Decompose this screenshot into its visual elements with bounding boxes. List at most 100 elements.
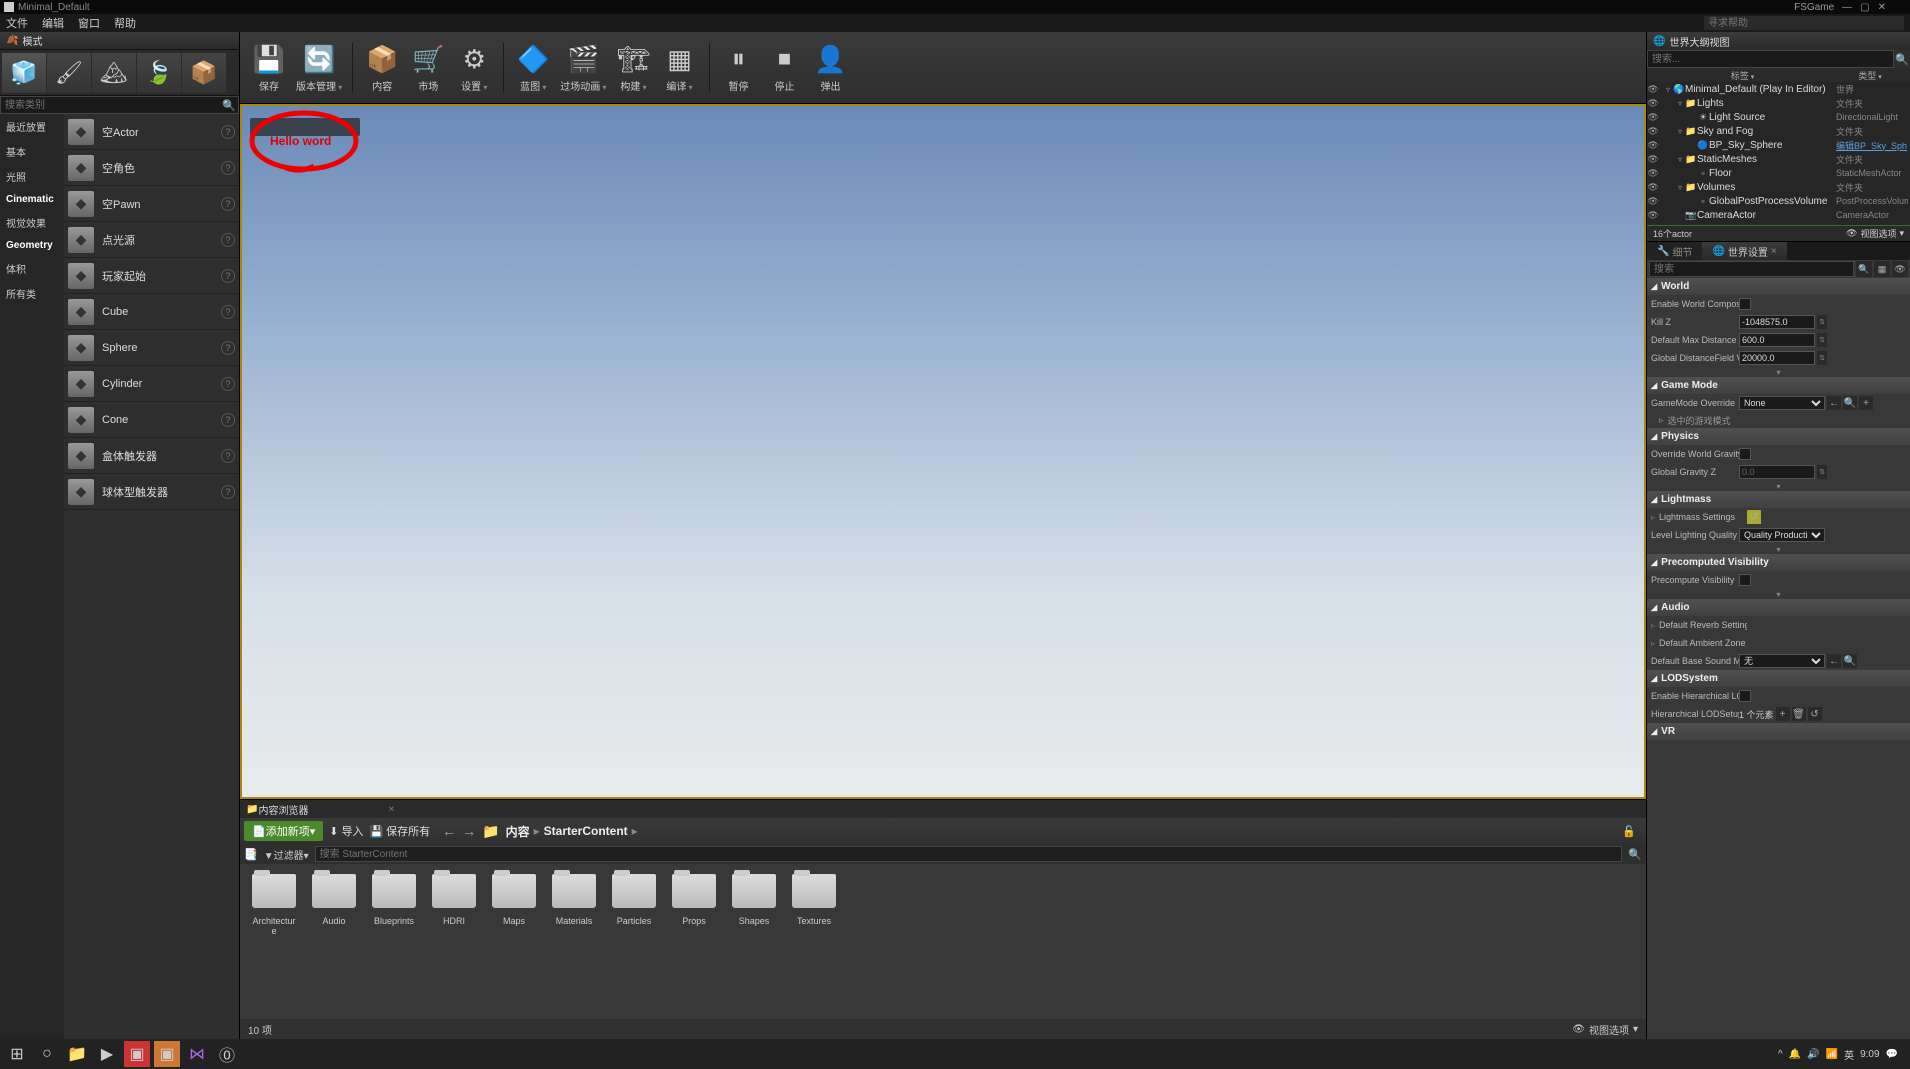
- category-header[interactable]: ◢Lightmass: [1647, 491, 1910, 508]
- spinner-icon[interactable]: ⇅: [1817, 315, 1827, 329]
- help-icon[interactable]: ?: [221, 377, 235, 391]
- add-new-button[interactable]: 📄 添加新项 ▾: [244, 821, 323, 841]
- tree-row[interactable]: 👁▫GlobalPostProcessVolumePostProcessVolu…: [1647, 194, 1910, 208]
- breadcrumb-folder[interactable]: StarterContent: [544, 824, 628, 838]
- foliage-mode-icon[interactable]: 🍃: [137, 53, 181, 93]
- tree-row[interactable]: 👁▿📁Sky and Fog文件夹: [1647, 124, 1910, 138]
- folder-item[interactable]: HDRI: [430, 874, 478, 936]
- search-icon[interactable]: 🔍: [1856, 261, 1872, 277]
- dropdown[interactable]: 无: [1739, 654, 1825, 668]
- tree-row[interactable]: 👁▿📁Lights文件夹: [1647, 96, 1910, 110]
- matrix-icon[interactable]: ▦: [1874, 261, 1890, 277]
- nav-forward-icon[interactable]: →: [462, 823, 476, 839]
- category-header[interactable]: ◢Audio: [1647, 599, 1910, 616]
- menu-help[interactable]: 帮助: [114, 15, 136, 31]
- visibility-icon[interactable]: 👁: [1647, 140, 1659, 151]
- visibility-icon[interactable]: 👁: [1647, 126, 1659, 137]
- modes-item[interactable]: ◆空角色?: [64, 150, 239, 186]
- expand-more-icon[interactable]: ▾: [1647, 367, 1910, 377]
- sources-toggle-icon[interactable]: 📑: [244, 848, 258, 861]
- modes-category[interactable]: 光照: [0, 164, 64, 189]
- view-options-button[interactable]: 👁 视图选项▾: [1572, 1022, 1638, 1037]
- modes-item[interactable]: ◆空Actor?: [64, 114, 239, 150]
- toolbar-编译[interactable]: ▦编译: [659, 37, 701, 99]
- landscape-mode-icon[interactable]: 🏔: [92, 53, 136, 93]
- close-button[interactable]: ✕: [1878, 2, 1886, 13]
- breadcrumb-root[interactable]: 内容: [506, 823, 530, 840]
- number-input[interactable]: [1739, 351, 1815, 365]
- checkbox[interactable]: [1739, 448, 1751, 460]
- menu-file[interactable]: 文件: [6, 15, 28, 31]
- dropdown[interactable]: None: [1739, 396, 1825, 410]
- nav-back-icon[interactable]: ←: [442, 823, 456, 839]
- folder-icon[interactable]: 📁: [482, 823, 499, 840]
- viewport[interactable]: Hello word: [240, 104, 1646, 799]
- search-icon[interactable]: 🔍: [1843, 396, 1857, 410]
- modes-item[interactable]: ◆点光源?: [64, 222, 239, 258]
- col-label[interactable]: 标签▾: [1651, 69, 1834, 82]
- number-input[interactable]: [1739, 333, 1815, 347]
- maximize-button[interactable]: ▢: [1860, 2, 1869, 13]
- place-mode-icon[interactable]: 🧊: [2, 53, 46, 93]
- help-icon[interactable]: ?: [221, 161, 235, 175]
- help-search-input[interactable]: [1704, 16, 1904, 30]
- outliner-view-options[interactable]: 👁 视图选项▾: [1846, 227, 1904, 240]
- modes-category[interactable]: 最近放置: [0, 114, 64, 139]
- browse-icon[interactable]: ←: [1827, 654, 1841, 668]
- item-type[interactable]: 编辑BP_Sky_Sph: [1836, 139, 1908, 152]
- expand-more-icon[interactable]: ▾: [1647, 481, 1910, 491]
- spinner-icon[interactable]: ⇅: [1817, 351, 1827, 365]
- help-icon[interactable]: ?: [221, 449, 235, 463]
- notifications-icon[interactable]: 💬: [1886, 1049, 1898, 1060]
- geometry-mode-icon[interactable]: 📦: [182, 53, 226, 93]
- visibility-icon[interactable]: 👁: [1647, 182, 1659, 193]
- add-icon[interactable]: +: [1859, 396, 1873, 410]
- tab-details[interactable]: 🔧 细节: [1647, 242, 1702, 260]
- expand-icon[interactable]: ▹: [1651, 639, 1659, 648]
- folder-item[interactable]: Textures: [790, 874, 838, 936]
- expand-icon[interactable]: ▿: [1675, 127, 1685, 136]
- help-icon[interactable]: ?: [221, 485, 235, 499]
- modes-category[interactable]: 所有类: [0, 281, 64, 306]
- help-icon[interactable]: ?: [221, 305, 235, 319]
- toolbar-弹出[interactable]: 👤弹出: [810, 37, 852, 99]
- expand-more-icon[interactable]: ▾: [1647, 544, 1910, 554]
- help-icon[interactable]: ?: [221, 413, 235, 427]
- expand-more-icon[interactable]: ▾: [1647, 589, 1910, 599]
- content-browser-tab[interactable]: 📁 内容浏览器×: [240, 800, 1646, 818]
- start-button[interactable]: ⊞: [4, 1041, 30, 1067]
- tree-row[interactable]: 👁📷CameraActorCameraActor: [1647, 208, 1910, 222]
- store-icon[interactable]: ▶: [94, 1041, 120, 1067]
- toolbar-设置[interactable]: ⚙设置: [453, 37, 495, 99]
- browse-icon[interactable]: ←: [1827, 396, 1841, 410]
- expand-icon[interactable]: ▿: [1675, 183, 1685, 192]
- modes-item[interactable]: ◆玩家起始?: [64, 258, 239, 294]
- toolbar-过场动画[interactable]: 🎬过场动画: [558, 37, 608, 99]
- number-input[interactable]: [1739, 315, 1815, 329]
- toolbar-内容[interactable]: 📦内容: [361, 37, 403, 99]
- ue-icon[interactable]: ⓪: [214, 1041, 240, 1067]
- folder-item[interactable]: Materials: [550, 874, 598, 936]
- modes-search-input[interactable]: [1, 97, 220, 113]
- folder-item[interactable]: Audio: [310, 874, 358, 936]
- col-type[interactable]: 类型▾: [1834, 69, 1906, 82]
- save-all-button[interactable]: 💾 保存所有: [369, 823, 430, 839]
- ime-indicator[interactable]: 英: [1844, 1047, 1854, 1062]
- category-header[interactable]: ◢Precomputed Visibility: [1647, 554, 1910, 571]
- outliner-header[interactable]: 🌐世界大纲视图: [1647, 32, 1910, 50]
- dropdown[interactable]: Quality Production: [1739, 528, 1825, 542]
- tree-row[interactable]: 👁▿🌎Minimal_Default (Play In Editor)世界: [1647, 82, 1910, 96]
- folder-item[interactable]: Props: [670, 874, 718, 936]
- folder-item[interactable]: Architecture: [250, 874, 298, 936]
- tree-row[interactable]: 👁🔵BP_Sky_Sphere编辑BP_Sky_Sph: [1647, 138, 1910, 152]
- modes-item[interactable]: ◆空Pawn?: [64, 186, 239, 222]
- visibility-icon[interactable]: 👁: [1647, 168, 1659, 179]
- reset-icon[interactable]: ↺: [1808, 707, 1822, 721]
- expand-icon[interactable]: ▹: [1651, 513, 1659, 522]
- folder-item[interactable]: Blueprints: [370, 874, 418, 936]
- modes-item[interactable]: ◆Cone?: [64, 402, 239, 438]
- spinner-icon[interactable]: ⇅: [1817, 465, 1827, 479]
- tray-icon[interactable]: 🔊: [1807, 1049, 1819, 1060]
- modes-item[interactable]: ◆Cylinder?: [64, 366, 239, 402]
- modes-item[interactable]: ◆Sphere?: [64, 330, 239, 366]
